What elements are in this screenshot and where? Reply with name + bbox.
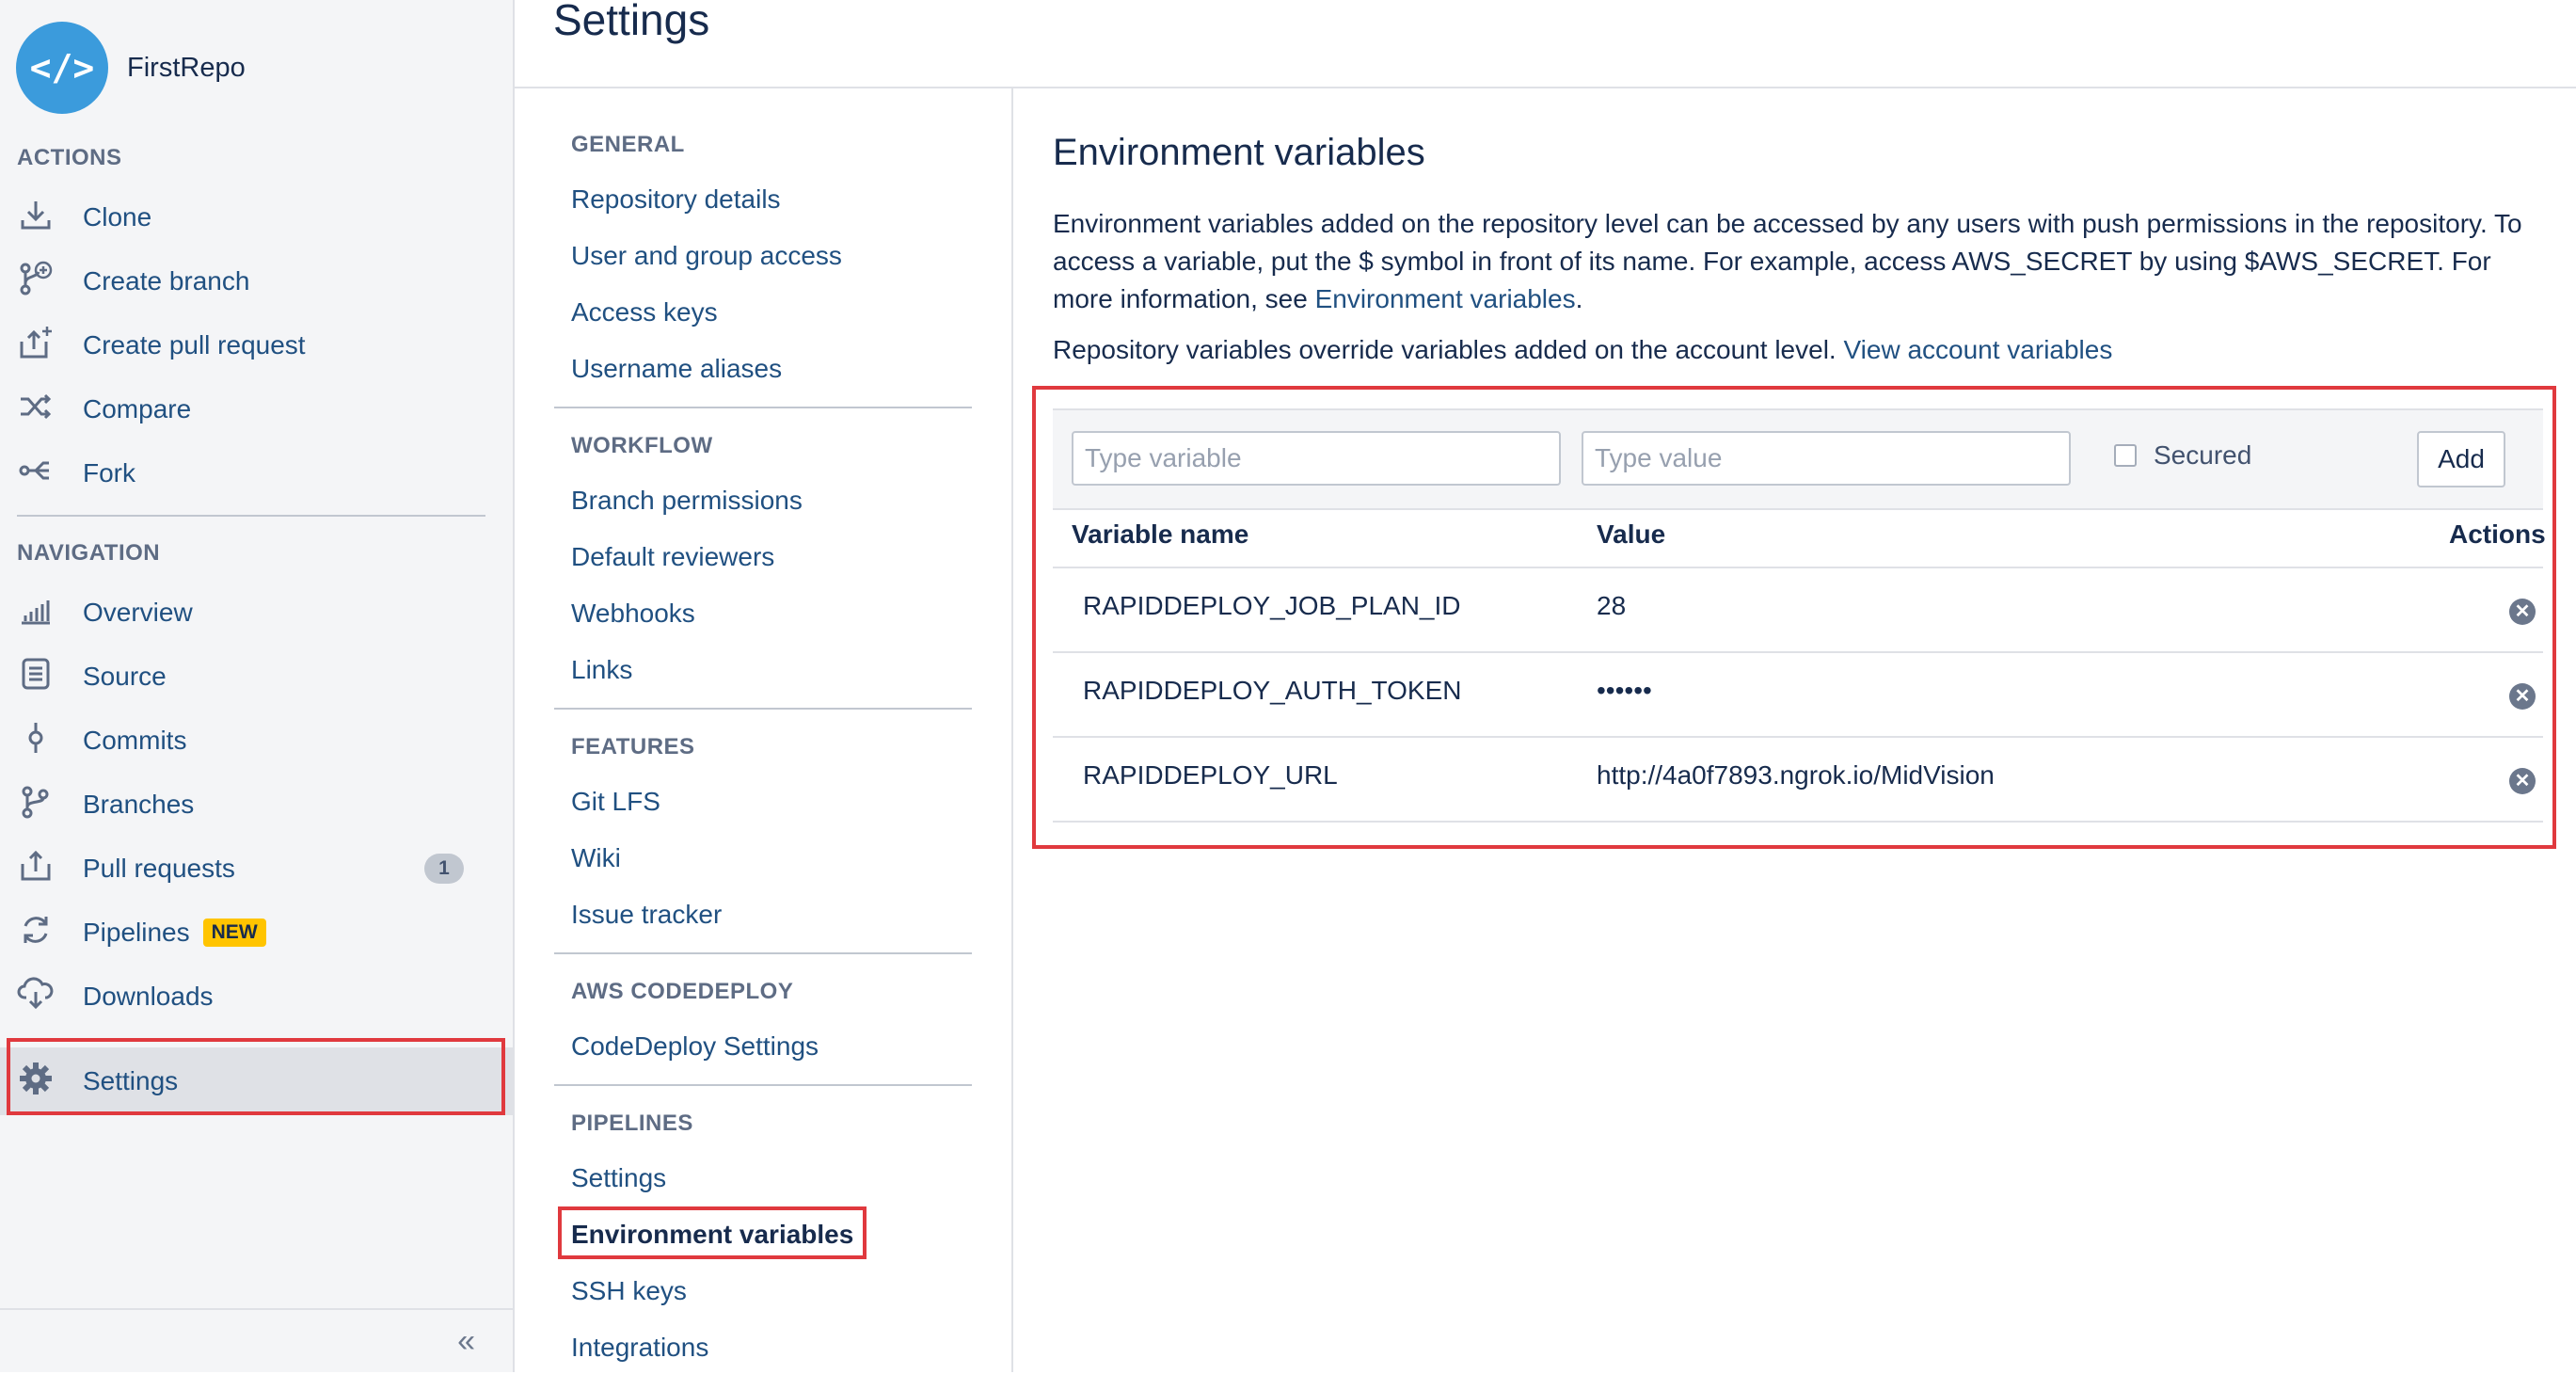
sidebar-item-pipelines[interactable]: Pipelines NEW — [0, 904, 515, 961]
fork-icon — [15, 454, 56, 493]
sidebar-item-label: Commits — [83, 726, 187, 755]
navigation-heading: NAVIGATION — [17, 540, 161, 566]
branch-plus-icon — [15, 261, 56, 302]
new-badge: NEW — [202, 919, 266, 947]
sidebar-item-pull-requests[interactable]: Pull requests 1 — [0, 840, 515, 897]
nav-link-user-group-access[interactable]: User and group access — [571, 241, 842, 271]
nav-heading-general: GENERAL — [571, 132, 685, 157]
sidebar-item-label: Clone — [83, 202, 152, 232]
sidebar-item-label: Create pull request — [83, 330, 306, 359]
description-end: . — [1575, 284, 1583, 313]
sidebar-item-overview[interactable]: Overview — [0, 584, 515, 641]
sidebar-item-create-pull-request[interactable]: Create pull request — [0, 317, 515, 374]
document-icon — [15, 657, 56, 696]
download-icon — [15, 198, 56, 237]
nav-link-ssh-keys[interactable]: SSH keys — [571, 1276, 687, 1306]
sidebar-collapse-bar: « — [0, 1308, 513, 1374]
sidebar-item-label: Downloads — [83, 982, 214, 1011]
nav-link-repository-details[interactable]: Repository details — [571, 184, 781, 215]
sidebar-item-label: Pull requests — [83, 854, 235, 883]
nav-heading-aws-codedeploy: AWS CODEDEPLOY — [571, 979, 794, 1004]
environment-variables-highlight-box — [558, 1206, 867, 1259]
sidebar-item-fork[interactable]: Fork — [0, 445, 515, 502]
main-content: Environment variables Environment variab… — [1013, 88, 2576, 1372]
override-paragraph: Repository variables override variables … — [1053, 335, 2112, 365]
nav-divider — [554, 1084, 972, 1086]
cloud-download-icon — [15, 977, 56, 1016]
nav-link-default-reviewers[interactable]: Default reviewers — [571, 542, 774, 572]
refresh-icon — [15, 913, 56, 952]
repo-avatar: </> — [16, 22, 108, 114]
sidebar-item-compare[interactable]: Compare — [0, 381, 515, 438]
sidebar-item-label: Fork — [83, 458, 135, 487]
nav-link-git-lfs[interactable]: Git LFS — [571, 787, 660, 817]
sidebar-item-label: Create branch — [83, 266, 250, 296]
sidebar-item-create-branch[interactable]: Create branch — [0, 253, 515, 310]
nav-link-username-aliases[interactable]: Username aliases — [571, 354, 782, 384]
sidebar-item-label: Source — [83, 662, 167, 691]
nav-heading-pipelines: PIPELINES — [571, 1110, 693, 1136]
sidebar-item-downloads[interactable]: Downloads — [0, 968, 515, 1025]
bar-chart-icon — [15, 593, 56, 632]
sidebar-item-label: Compare — [83, 394, 192, 423]
variables-table-highlight-box — [1032, 386, 2556, 849]
description-paragraph: Environment variables added on the repos… — [1053, 205, 2558, 318]
nav-link-wiki[interactable]: Wiki — [571, 843, 621, 873]
nav-divider — [554, 952, 972, 954]
branches-icon — [15, 785, 56, 824]
repo-name[interactable]: FirstRepo — [127, 53, 246, 84]
nav-link-issue-tracker[interactable]: Issue tracker — [571, 900, 722, 930]
nav-link-branch-permissions[interactable]: Branch permissions — [571, 486, 803, 516]
nav-link-codedeploy-settings[interactable]: CodeDeploy Settings — [571, 1031, 819, 1062]
nav-heading-features: FEATURES — [571, 734, 695, 759]
nav-link-integrations[interactable]: Integrations — [571, 1333, 708, 1363]
nav-divider — [554, 407, 972, 408]
sidebar-item-source[interactable]: Source — [0, 648, 515, 705]
pull-request-icon — [15, 849, 56, 888]
description-text: Environment variables added on the repos… — [1053, 209, 2522, 313]
commit-icon — [15, 721, 56, 760]
collapse-icon[interactable]: « — [457, 1323, 475, 1360]
nav-link-access-keys[interactable]: Access keys — [571, 297, 718, 328]
override-text: Repository variables override variables … — [1053, 335, 1844, 364]
page-title: Settings — [553, 0, 710, 44]
nav-link-links[interactable]: Links — [571, 655, 632, 685]
nav-link-pipelines-settings[interactable]: Settings — [571, 1163, 666, 1193]
sidebar-item-label: Branches — [83, 790, 195, 819]
settings-nav: GENERAL Repository details User and grou… — [515, 88, 1013, 1372]
nav-heading-workflow: WORKFLOW — [571, 433, 713, 458]
sidebar-item-label: Pipelines — [83, 918, 190, 947]
pull-requests-count-badge: 1 — [424, 854, 464, 884]
nav-link-webhooks[interactable]: Webhooks — [571, 599, 695, 629]
environment-variables-docs-link[interactable]: Environment variables — [1315, 284, 1576, 313]
pull-request-upload-icon — [15, 325, 56, 366]
sidebar-item-label: Overview — [83, 598, 193, 627]
section-heading: Environment variables — [1053, 132, 1425, 173]
actions-heading: ACTIONS — [17, 145, 122, 170]
nav-divider — [554, 708, 972, 710]
view-account-variables-link[interactable]: View account variables — [1843, 335, 2112, 364]
shuffle-icon — [15, 390, 56, 429]
repo-sidebar: </> FirstRepo ACTIONS Clone Create branc… — [0, 0, 515, 1372]
repo-header[interactable]: </> FirstRepo — [16, 21, 246, 115]
settings-highlight-box — [7, 1038, 505, 1115]
sidebar-item-branches[interactable]: Branches — [0, 776, 515, 833]
sidebar-item-commits[interactable]: Commits — [0, 712, 515, 769]
sidebar-item-clone[interactable]: Clone — [0, 189, 515, 246]
sidebar-divider — [17, 515, 485, 517]
